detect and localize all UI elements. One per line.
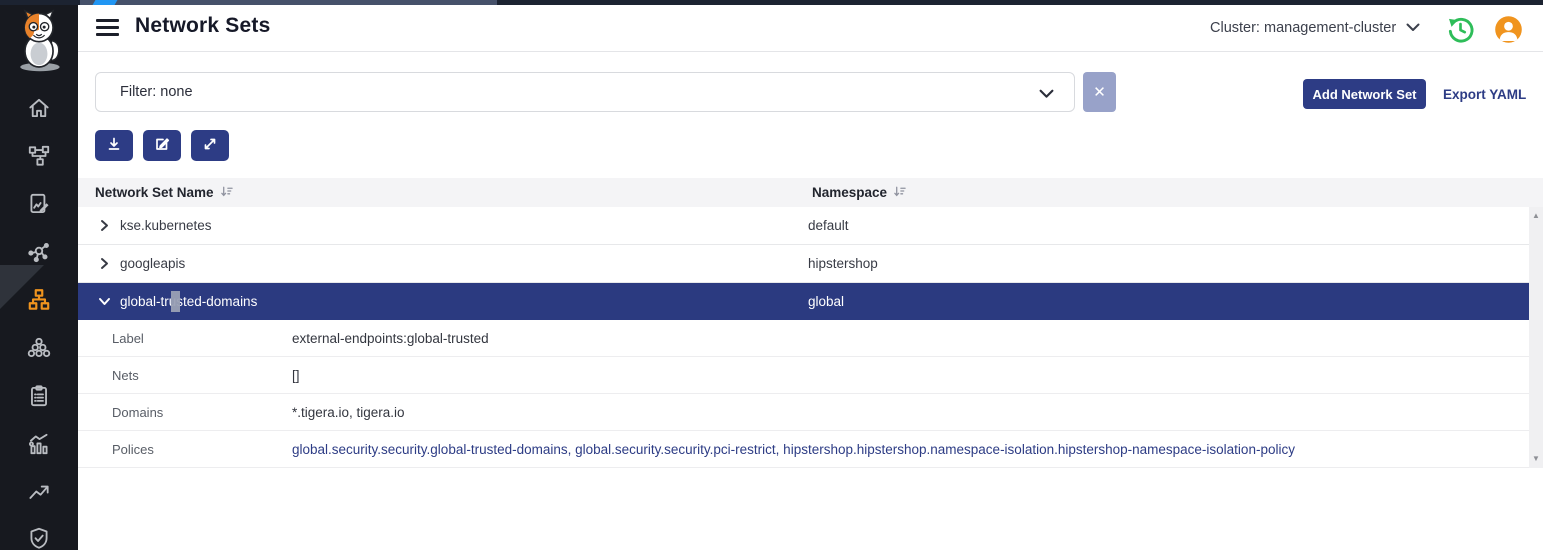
- menu-toggle-button[interactable]: [96, 19, 119, 37]
- detail-key: Polices: [112, 442, 292, 457]
- table-row-selected[interactable]: global-trusted-domains global: [78, 283, 1529, 320]
- namespace-value: global: [808, 294, 844, 309]
- detail-value: external-endpoints:global-trusted: [292, 331, 489, 346]
- endpoints-icon: [26, 252, 52, 269]
- sidebar-item-home[interactable]: [26, 95, 52, 121]
- download-button[interactable]: [95, 130, 133, 161]
- detail-key: Nets: [112, 368, 292, 383]
- clusters-icon: [26, 348, 52, 365]
- chevron-right-icon[interactable]: [98, 257, 112, 271]
- sidebar-item-security[interactable]: [26, 525, 52, 550]
- clear-filter-button[interactable]: ✕: [1083, 72, 1116, 112]
- home-icon: [26, 108, 52, 125]
- sidebar-item-clusters[interactable]: [26, 335, 52, 361]
- sidebar-item-statistics[interactable]: [26, 431, 52, 457]
- page-title: Network Sets: [135, 14, 270, 38]
- detail-value-policies[interactable]: global.security.security.global-trusted-…: [292, 442, 1295, 457]
- detail-value: []: [292, 368, 300, 383]
- table-row[interactable]: kse.kubernetes default: [78, 207, 1529, 245]
- edit-icon: [154, 136, 170, 155]
- sidebar: [0, 0, 78, 550]
- sort-icon[interactable]: [220, 185, 233, 201]
- detail-row-nets: Nets []: [78, 357, 1529, 394]
- scroll-up-arrow-icon[interactable]: ▲: [1529, 209, 1543, 223]
- sidebar-item-service-graph[interactable]: [26, 143, 52, 169]
- table-header: Network Set Name Namespace: [78, 178, 1543, 207]
- sort-icon[interactable]: [893, 185, 906, 201]
- network-set-name: global-trusted-domains: [120, 294, 792, 309]
- column-header-network-set-name[interactable]: Network Set Name: [95, 185, 214, 200]
- export-yaml-link[interactable]: Export YAML: [1443, 87, 1526, 102]
- chevron-down-icon: [1406, 19, 1420, 37]
- detail-key: Domains: [112, 405, 292, 420]
- policies-icon: [26, 204, 52, 221]
- cluster-selector-label: Cluster: management-cluster: [1210, 20, 1396, 36]
- calico-cat-logo: [9, 7, 69, 69]
- history-icon[interactable]: [1446, 15, 1475, 44]
- scroll-down-arrow-icon[interactable]: ▼: [1529, 452, 1543, 466]
- browser-tab-strip: [0, 0, 1543, 5]
- detail-value: *.tigera.io, tigera.io: [292, 405, 405, 420]
- statistics-icon: [26, 444, 52, 461]
- download-icon: [106, 136, 122, 155]
- expand-icon: [202, 136, 218, 155]
- trends-icon: [26, 492, 52, 509]
- edit-button[interactable]: [143, 130, 181, 161]
- cluster-selector[interactable]: Cluster: management-cluster: [1210, 19, 1420, 37]
- network-sets-icon: [26, 300, 52, 317]
- table-scrollbar[interactable]: ▲ ▼: [1529, 207, 1543, 468]
- filter-dropdown-value: Filter: none: [120, 84, 193, 100]
- chevron-right-icon[interactable]: [98, 219, 112, 233]
- table-row[interactable]: googleapis hipstershop: [78, 245, 1529, 283]
- service-graph-icon: [26, 156, 52, 173]
- user-avatar-icon[interactable]: [1494, 15, 1523, 44]
- chevron-down-icon: [1039, 86, 1054, 104]
- filter-dropdown[interactable]: Filter: none: [95, 72, 1075, 112]
- browser-favicon-fragment: [93, 0, 118, 5]
- detail-row-polices: Polices global.security.security.global-…: [78, 431, 1529, 468]
- column-header-namespace[interactable]: Namespace: [812, 185, 887, 200]
- detail-row-label: Label external-endpoints:global-trusted: [78, 320, 1529, 357]
- chevron-down-icon[interactable]: [98, 295, 112, 309]
- namespace-value: default: [808, 218, 849, 233]
- security-icon: [26, 538, 52, 550]
- network-sets-page: Network Sets Cluster: management-cluster…: [0, 0, 1543, 550]
- sidebar-item-endpoints[interactable]: [26, 239, 52, 265]
- add-network-set-button[interactable]: Add Network Set: [1303, 79, 1426, 109]
- sidebar-item-policies[interactable]: [26, 191, 52, 217]
- browser-tab-segment: [80, 0, 497, 5]
- detail-row-domains: Domains *.tigera.io, tigera.io: [78, 394, 1529, 431]
- expand-button[interactable]: [191, 130, 229, 161]
- top-header: Network Sets Cluster: management-cluster: [78, 5, 1543, 52]
- network-set-name: kse.kubernetes: [120, 218, 792, 233]
- sidebar-item-trends[interactable]: [26, 479, 52, 505]
- namespace-value: hipstershop: [808, 256, 878, 271]
- text-cursor-artifact: [171, 291, 180, 312]
- detail-key: Label: [112, 331, 292, 346]
- network-set-name: googleapis: [120, 256, 792, 271]
- sidebar-item-compliance[interactable]: [26, 383, 52, 409]
- compliance-icon: [26, 396, 52, 413]
- sidebar-item-network-sets[interactable]: [26, 287, 52, 313]
